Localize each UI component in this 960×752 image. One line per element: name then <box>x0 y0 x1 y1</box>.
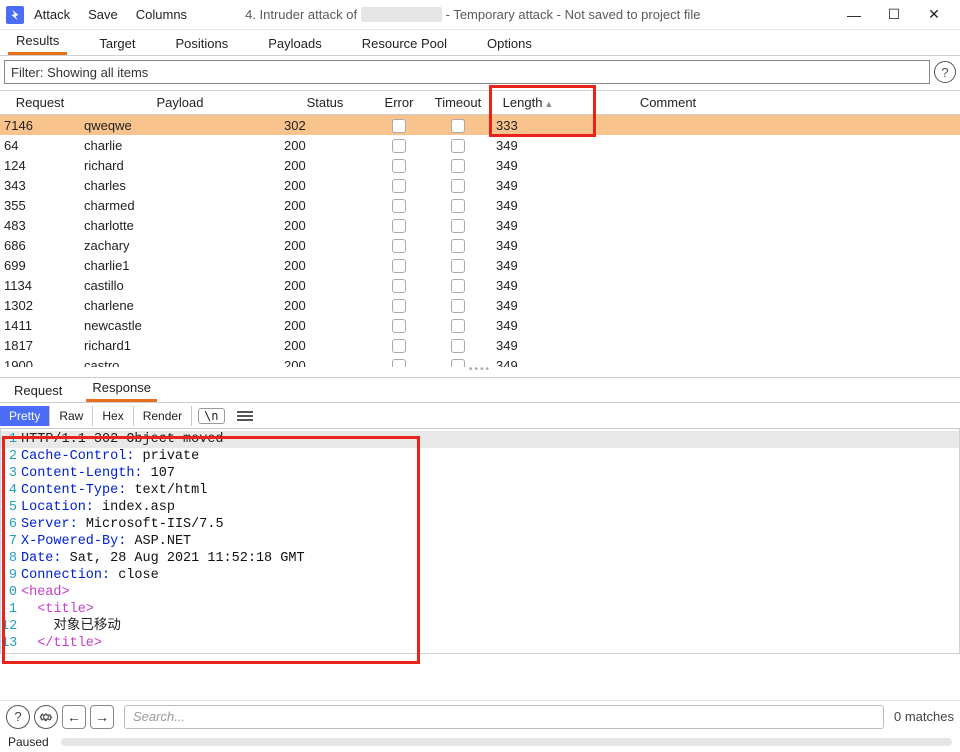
settings-gear-icon[interactable] <box>34 705 58 729</box>
view-hex-button[interactable]: Hex <box>93 406 133 426</box>
col-request[interactable]: Request <box>0 95 80 110</box>
view-mode-bar: Pretty Raw Hex Render \n <box>0 403 960 429</box>
app-icon <box>6 6 24 24</box>
next-match-button[interactable]: → <box>90 705 114 729</box>
table-row[interactable]: 686zachary200349 <box>0 235 960 255</box>
tab-positions[interactable]: Positions <box>168 32 237 55</box>
timeout-checkbox[interactable] <box>451 239 465 253</box>
col-timeout[interactable]: Timeout <box>428 95 488 110</box>
error-checkbox[interactable] <box>392 299 406 313</box>
table-row[interactable]: 7146qweqwe302333 <box>0 115 960 135</box>
bottom-bar: ? ← → Search... 0 matches <box>0 700 960 732</box>
window-title-redacted: ████ ████ <box>357 7 446 22</box>
table-body: 7146qweqwe30233364charlie200349124richar… <box>0 115 960 367</box>
help-button[interactable]: ? <box>6 705 30 729</box>
error-checkbox[interactable] <box>392 179 406 193</box>
menu-save[interactable]: Save <box>88 7 118 22</box>
title-bar: Attack Save Columns 4. Intruder attack o… <box>0 0 960 30</box>
filter-row: Filter: Showing all items ? <box>4 60 956 84</box>
window-close-button[interactable]: ✕ <box>914 1 954 29</box>
status-bar: Paused <box>0 732 960 752</box>
timeout-checkbox[interactable] <box>451 219 465 233</box>
table-row[interactable]: 1134castillo200349 <box>0 275 960 295</box>
tab-options[interactable]: Options <box>479 32 540 55</box>
error-checkbox[interactable] <box>392 359 406 367</box>
tab-payloads[interactable]: Payloads <box>260 32 329 55</box>
splitter-handle[interactable]: •••• <box>0 367 960 377</box>
view-pretty-button[interactable]: Pretty <box>0 406 50 426</box>
subtab-request[interactable]: Request <box>8 379 68 402</box>
error-checkbox[interactable] <box>392 199 406 213</box>
table-row[interactable]: 483charlotte200349 <box>0 215 960 235</box>
table-row[interactable]: 343charles200349 <box>0 175 960 195</box>
table-row[interactable]: 1817richard1200349 <box>0 335 960 355</box>
prev-match-button[interactable]: ← <box>62 705 86 729</box>
error-checkbox[interactable] <box>392 219 406 233</box>
match-count: 0 matches <box>894 709 954 724</box>
error-checkbox[interactable] <box>392 139 406 153</box>
table-row[interactable]: 124richard200349 <box>0 155 960 175</box>
menu-attack[interactable]: Attack <box>34 7 70 22</box>
line-gutter: 123456789011213141516 <box>1 429 19 654</box>
timeout-checkbox[interactable] <box>451 179 465 193</box>
error-checkbox[interactable] <box>392 259 406 273</box>
menu-columns[interactable]: Columns <box>136 7 187 22</box>
table-row[interactable]: 355charmed200349 <box>0 195 960 215</box>
sort-asc-icon: ▲ <box>544 99 553 109</box>
progress-track <box>61 738 952 746</box>
tab-resource-pool[interactable]: Resource Pool <box>354 32 455 55</box>
timeout-checkbox[interactable] <box>451 339 465 353</box>
error-checkbox[interactable] <box>392 239 406 253</box>
col-payload[interactable]: Payload <box>80 95 280 110</box>
timeout-checkbox[interactable] <box>451 359 465 367</box>
timeout-checkbox[interactable] <box>451 199 465 213</box>
timeout-checkbox[interactable] <box>451 319 465 333</box>
error-checkbox[interactable] <box>392 119 406 133</box>
timeout-checkbox[interactable] <box>451 119 465 133</box>
main-tabbar: Results Target Positions Payloads Resour… <box>0 30 960 56</box>
view-render-button[interactable]: Render <box>134 406 192 426</box>
tab-target[interactable]: Target <box>91 32 143 55</box>
window-title-suffix: - Temporary attack - Not saved to projec… <box>446 7 701 22</box>
timeout-checkbox[interactable] <box>451 299 465 313</box>
hamburger-icon[interactable] <box>237 411 253 421</box>
table-row[interactable]: 699charlie1200349 <box>0 255 960 275</box>
col-comment[interactable]: Comment <box>568 95 768 110</box>
window-maximize-button[interactable]: ☐ <box>874 1 914 29</box>
table-row[interactable]: 1411newcastle200349 <box>0 315 960 335</box>
response-editor[interactable]: 123456789011213141516 HTTP/1.1 302 Objec… <box>0 429 960 654</box>
error-checkbox[interactable] <box>392 279 406 293</box>
col-length[interactable]: Length▲ <box>488 95 568 110</box>
table-header-row: Request Payload Status Error Timeout Len… <box>0 91 960 115</box>
newline-toggle[interactable]: \n <box>198 408 224 424</box>
error-checkbox[interactable] <box>392 159 406 173</box>
help-icon[interactable]: ? <box>934 61 956 83</box>
window-minimize-button[interactable]: — <box>834 1 874 29</box>
status-text: Paused <box>8 735 49 749</box>
col-status[interactable]: Status <box>280 95 370 110</box>
timeout-checkbox[interactable] <box>451 139 465 153</box>
results-table: Request Payload Status Error Timeout Len… <box>0 90 960 377</box>
tab-results[interactable]: Results <box>8 29 67 55</box>
table-row[interactable]: 64charlie200349 <box>0 135 960 155</box>
timeout-checkbox[interactable] <box>451 159 465 173</box>
view-raw-button[interactable]: Raw <box>50 406 93 426</box>
error-checkbox[interactable] <box>392 339 406 353</box>
filter-input[interactable]: Filter: Showing all items <box>4 60 930 84</box>
search-input[interactable]: Search... <box>124 705 884 729</box>
error-checkbox[interactable] <box>392 319 406 333</box>
table-row[interactable]: 1302charlene200349 <box>0 295 960 315</box>
inspector-tabbar: Request Response <box>0 377 960 403</box>
timeout-checkbox[interactable] <box>451 279 465 293</box>
window-title-prefix: 4. Intruder attack of <box>245 7 357 22</box>
timeout-checkbox[interactable] <box>451 259 465 273</box>
subtab-response[interactable]: Response <box>86 376 157 402</box>
response-code: HTTP/1.1 302 Object movedCache-Control: … <box>21 431 305 654</box>
col-error[interactable]: Error <box>370 95 428 110</box>
